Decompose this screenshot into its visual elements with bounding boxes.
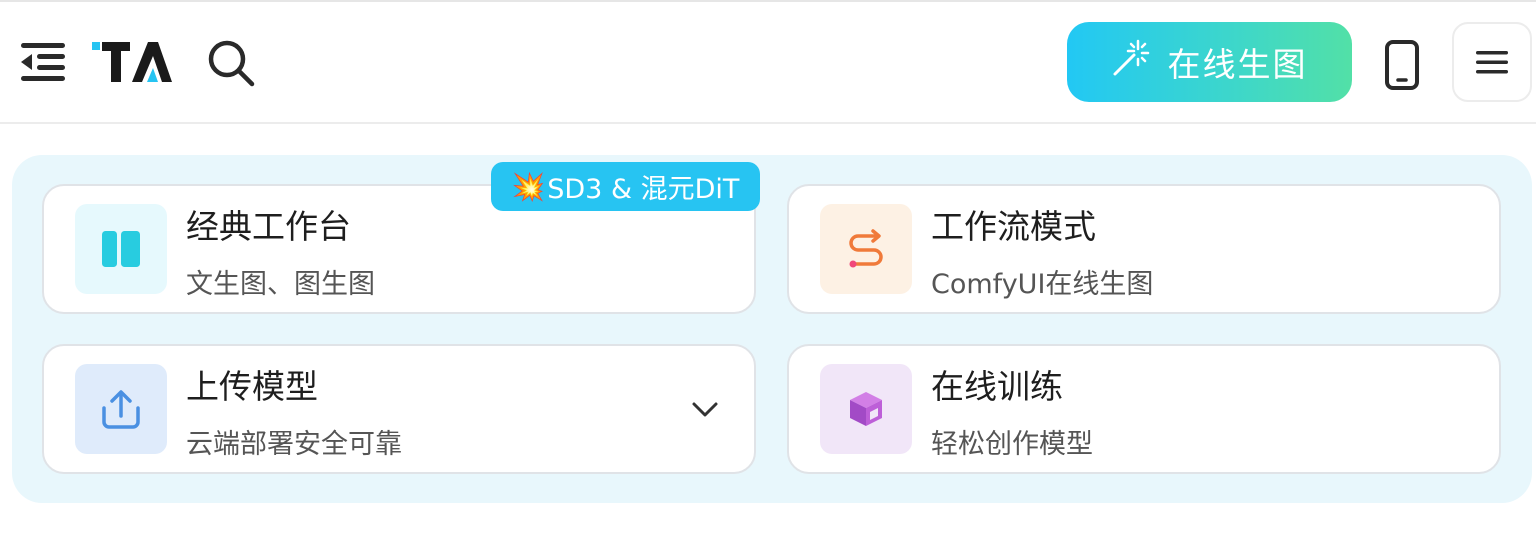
cube-icon xyxy=(820,364,912,454)
card-title: 上传模型 xyxy=(186,367,318,406)
card-title: 在线训练 xyxy=(931,367,1063,406)
upload-icon xyxy=(75,364,167,454)
card-upload-model[interactable]: 上传模型 云端部署安全可靠 xyxy=(42,344,756,474)
card-workflow-mode[interactable]: 工作流模式 ComfyUI在线生图 xyxy=(787,184,1501,314)
card-title: 工作流模式 xyxy=(931,207,1096,246)
new-feature-badge[interactable]: 💥 SD3 & 混元DiT xyxy=(491,162,760,211)
search-icon[interactable] xyxy=(204,36,258,90)
card-subtitle: ComfyUI在线生图 xyxy=(931,269,1154,300)
card-subtitle: 云端部署安全可靠 xyxy=(186,429,402,460)
brand-logo[interactable] xyxy=(92,40,172,84)
card-online-training[interactable]: 在线训练 轻松创作模型 xyxy=(787,344,1501,474)
badge-label: SD3 & 混元DiT xyxy=(547,174,740,205)
online-generate-label: 在线生图 xyxy=(1167,45,1308,84)
explosion-icon: 💥 xyxy=(511,171,546,203)
top-header: 在线生图 xyxy=(0,2,1536,124)
menu-collapse-icon[interactable] xyxy=(16,38,68,86)
magic-wand-icon xyxy=(1112,39,1150,85)
phone-icon[interactable] xyxy=(1380,38,1424,92)
workflow-icon xyxy=(820,204,912,294)
workbench-icon xyxy=(75,204,167,294)
hamburger-menu-icon[interactable] xyxy=(1452,22,1532,102)
card-subtitle: 轻松创作模型 xyxy=(931,429,1093,460)
card-title: 经典工作台 xyxy=(186,207,351,246)
chevron-down-icon[interactable] xyxy=(688,392,722,426)
online-generate-button[interactable]: 在线生图 xyxy=(1067,22,1352,102)
card-subtitle: 文生图、图生图 xyxy=(186,269,375,300)
